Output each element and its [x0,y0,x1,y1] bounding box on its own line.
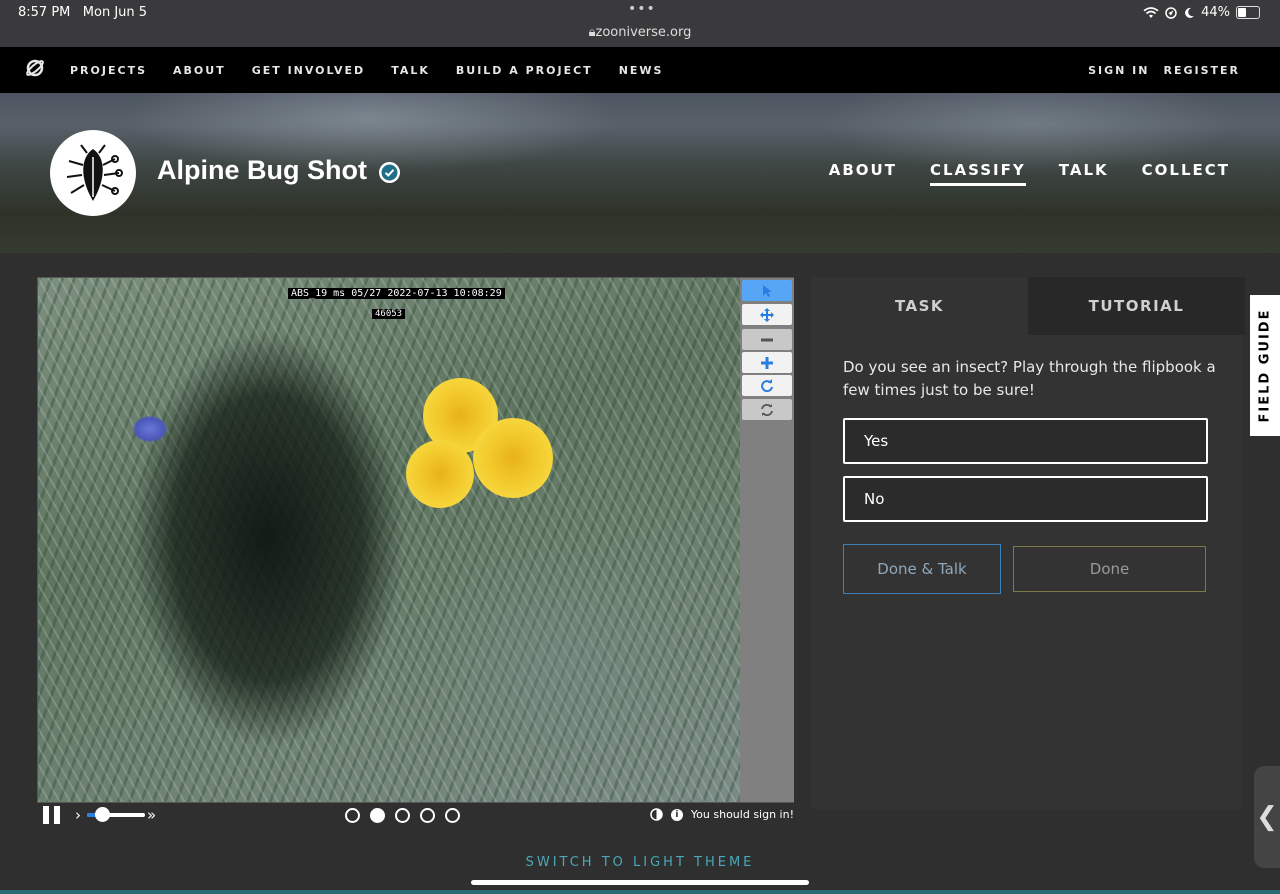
home-indicator[interactable] [471,880,809,885]
yellow-flower [473,418,553,498]
project-nav-collect[interactable]: COLLECT [1142,161,1230,186]
zooniverse-logo-icon[interactable] [25,58,45,78]
pointer-tool-button[interactable] [742,280,792,301]
image-timestamp: ABS_19 ms 05/27 2022-07-13 10:08:29 [288,288,505,299]
url-bar[interactable]: 🔒︎zooniverse.org [0,25,1280,40]
site-nav: PROJECTS ABOUT GET INVOLVED TALK BUILD A… [0,47,1280,93]
check-badge-icon [379,162,400,183]
frame-dot[interactable] [420,808,435,823]
moon-icon [1185,7,1195,18]
project-nav-about[interactable]: ABOUT [829,161,897,186]
blue-flower [133,416,167,442]
project-avatar[interactable] [50,130,136,216]
location-icon [1165,6,1177,19]
project-header: Alpine Bug Shot ABOUT CLASSIFY TALK COLL… [0,93,1280,253]
contrast-icon[interactable] [650,808,663,821]
nav-build-a-project[interactable]: BUILD A PROJECT [456,64,593,77]
info-icon[interactable]: i [670,808,683,821]
project-nav-classify[interactable]: CLASSIFY [929,161,1026,186]
nav-news[interactable]: NEWS [619,64,664,77]
project-nav-talk[interactable]: TALK [1059,161,1109,186]
chevron-left-icon: ❮ [1256,802,1278,832]
auth-links: SIGN IN REGISTER [1088,47,1240,93]
bug-circuit-logo-icon [66,144,123,201]
nav-talk[interactable]: TALK [391,64,430,77]
site-nav-links: PROJECTS ABOUT GET INVOLVED TALK BUILD A… [70,47,663,93]
lock-icon: 🔒︎ [588,25,596,40]
move-tool-button[interactable] [742,304,792,325]
pause-icon [43,806,49,824]
rotate-button[interactable] [742,375,792,396]
image-counter: 46053 [372,309,406,319]
task-tabs: TASK TUTORIAL [811,277,1245,335]
answer-no-button[interactable]: No [843,476,1208,522]
status-bar: 8:57 PM Mon Jun 5 ••• 🔒︎zooniverse.org 4… [0,0,1280,47]
field-guide-tab[interactable]: FIELD GUIDE [1250,295,1280,436]
zoom-out-icon [761,338,773,341]
status-time: 8:57 PM Mon Jun 5 [18,5,148,20]
battery-percent: 44% [1201,5,1230,20]
tab-tutorial[interactable]: TUTORIAL [1028,277,1245,335]
image-toolbar [740,278,794,802]
battery-icon [1236,6,1260,19]
nav-get-involved[interactable]: GET INVOLVED [252,64,366,77]
subject-image[interactable]: ABS_19 ms 05/27 2022-07-13 10:08:29 4605… [38,278,740,802]
project-title[interactable]: Alpine Bug Shot [157,155,367,186]
side-panel-handle[interactable]: ❮ [1254,766,1280,868]
done-button[interactable]: Done [1013,546,1206,592]
pointer-icon [763,284,772,297]
task-question: Do you see an insect? Play through the f… [843,358,1216,399]
frame-dot[interactable] [445,808,460,823]
frame-dot[interactable] [370,808,385,823]
done-and-talk-button[interactable]: Done & Talk [843,544,1001,594]
zoom-in-icon [761,356,773,369]
zoom-in-button[interactable] [742,352,792,373]
frame-dot[interactable] [345,808,360,823]
task-panel: TASK TUTORIAL Do you see an insect? Play… [811,277,1245,809]
pause-button[interactable] [43,806,61,824]
yellow-flower [406,440,474,508]
rotate-icon [761,378,773,392]
slower-icon[interactable]: › [75,806,81,824]
sign-in-notice: i You should sign in! [650,808,794,821]
field-guide-label: FIELD GUIDE [1257,308,1273,423]
battery-level [1238,8,1246,17]
flipbook-controls: › » i You should sign in! [37,804,794,828]
project-nav: ABOUT CLASSIFY TALK COLLECT [829,161,1230,186]
reset-icon [761,403,773,416]
subject-viewer: ABS_19 ms 05/27 2022-07-13 10:08:29 4605… [37,277,794,803]
status-indicators: 44% [1143,5,1260,20]
url-text: zooniverse.org [595,25,692,40]
answer-yes-button[interactable]: Yes [843,418,1208,464]
pause-icon [54,806,60,824]
tab-task[interactable]: TASK [811,277,1028,335]
reset-button[interactable] [742,399,792,420]
tab-overview-dots[interactable]: ••• [628,1,656,17]
zoom-out-button[interactable] [742,329,792,350]
sign-in-note: You should sign in! [690,808,794,821]
switch-theme-link[interactable]: SWITCH TO LIGHT THEME [0,855,1280,870]
frame-dot[interactable] [395,808,410,823]
speed-slider-thumb[interactable] [94,807,110,822]
register-link[interactable]: REGISTER [1163,64,1240,77]
sign-in-link[interactable]: SIGN IN [1088,64,1149,77]
move-icon [760,307,774,322]
faster-icon[interactable]: » [147,806,156,824]
wifi-icon [1143,6,1159,18]
nav-projects[interactable]: PROJECTS [70,64,147,77]
nav-about[interactable]: ABOUT [173,64,226,77]
frame-selector [345,808,460,823]
footer-edge [0,890,1280,894]
